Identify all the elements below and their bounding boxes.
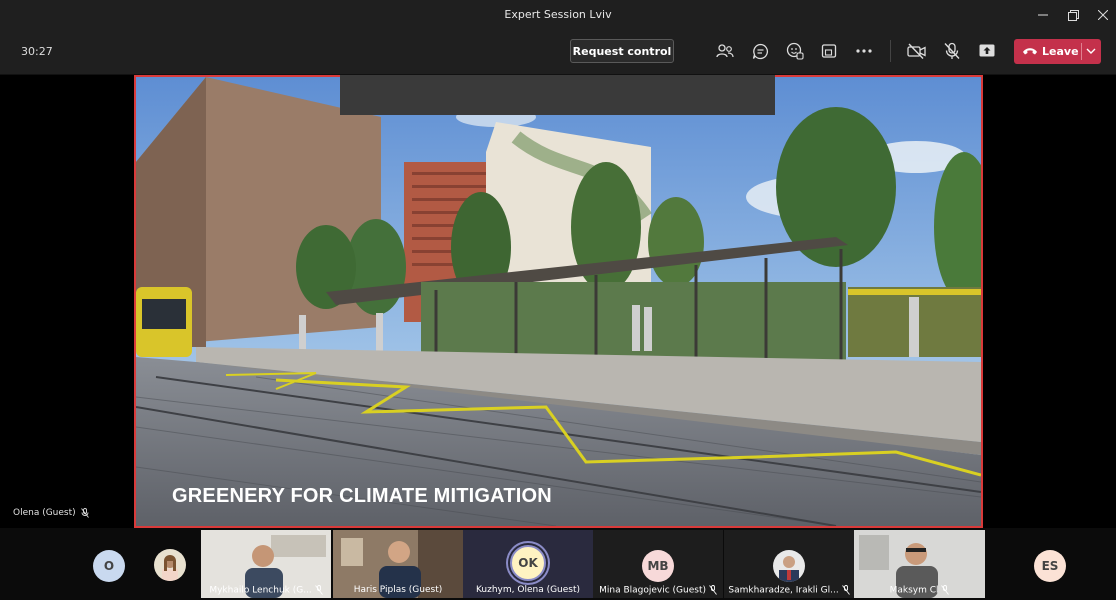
participant-tile-6[interactable]: Maksym Cl [854,530,985,598]
avatar-mb: MB [642,550,674,582]
participant-tile-4[interactable]: MB Mina Blagojevic (Guest) [593,530,723,598]
mic-off-icon[interactable] [941,40,963,62]
participant-tile-3[interactable]: OK Kuzhym, Olena (Guest) [463,530,593,598]
request-control-button[interactable]: Request control [570,39,674,63]
leave-divider [1081,43,1082,60]
avatar-photo [773,550,805,582]
participant-name: Mykhailo Lenchuk (G... [201,584,331,595]
close-icon[interactable] [1086,0,1116,30]
avatar-es[interactable]: ES [1034,550,1066,582]
window-title: Expert Session Lviv [504,8,612,21]
participant-name: Haris Piplas (Guest) [353,585,443,595]
toolbar-divider [890,40,891,62]
title-bar: Expert Session Lviv [0,0,1116,30]
participant-name: Samkharadze, Irakli Gl... [724,584,854,595]
avatar-ok: OK [510,545,546,581]
camera-off-icon[interactable] [906,40,928,62]
minimize-icon[interactable] [1026,0,1060,30]
share-screen-icon[interactable] [976,40,998,62]
slide-caption: GREENERY FOR CLIMATE MITIGATION [172,485,552,507]
presenter-label: Olena (Guest) [13,508,89,518]
participant-tile-1[interactable]: Mykhailo Lenchuk (G... [201,530,331,598]
sharing-control-bar[interactable] [340,75,775,115]
shared-screen [134,75,983,528]
meeting-timer: 30:27 [21,45,53,58]
participant-gallery: O Mykhailo Lenchuk (G... Haris Piplas (G… [0,528,1116,600]
restore-icon[interactable] [1056,0,1090,30]
more-options-icon[interactable] [853,40,875,62]
avatar-photo[interactable] [154,549,186,581]
leave-button[interactable]: Leave [1014,39,1101,64]
rooms-icon[interactable] [818,40,840,62]
mic-off-icon [941,584,950,595]
chat-icon[interactable] [749,40,771,62]
mic-off-icon [709,584,717,595]
participant-tile-5[interactable]: Samkharadze, Irakli Gl... [724,530,854,598]
reactions-icon[interactable] [784,40,806,62]
participant-name: Kuzhym, Olena (Guest) [475,585,581,595]
presenter-name: Olena (Guest) [13,508,76,518]
meeting-toolbar: 30:27 Request control Leave [0,30,1116,75]
participant-tile-2[interactable]: Haris Piplas (Guest) [333,530,463,598]
slide-rendering-image [136,77,981,526]
avatar-o[interactable]: O [93,550,125,582]
participants-icon[interactable] [714,40,736,62]
mic-off-icon [80,508,89,518]
participant-name: Maksym Cl [854,584,985,595]
participant-name: Mina Blagojevic (Guest) [593,584,723,595]
hang-up-icon [1023,48,1037,55]
mic-off-icon [841,584,850,595]
mic-off-icon [314,584,323,595]
leave-label: Leave [1042,45,1079,58]
chevron-down-icon[interactable] [1086,48,1096,55]
